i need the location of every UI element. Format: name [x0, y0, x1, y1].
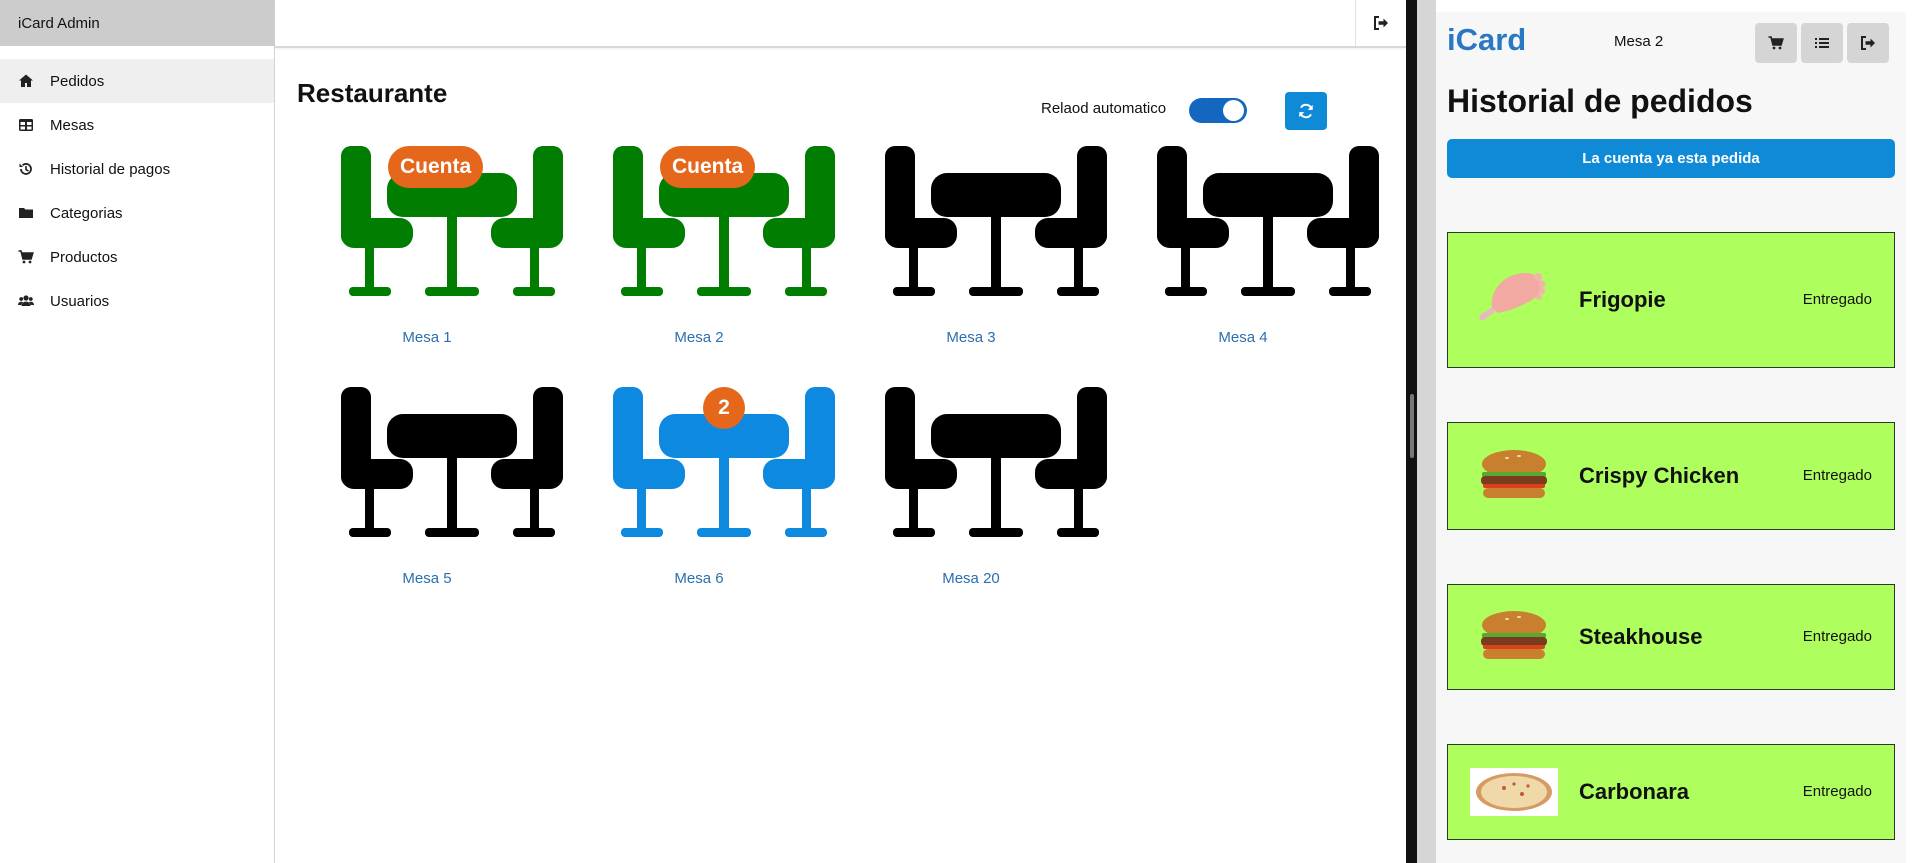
product-thumbnail [1470, 611, 1558, 661]
sidebar-item-label: Productos [50, 248, 118, 266]
order-product-name: Frigopie [1579, 287, 1666, 312]
page-title: Restaurante [297, 78, 448, 108]
order-card[interactable]: Carbonara Entregado [1447, 744, 1895, 840]
table-chairs-icon [885, 387, 1107, 537]
client-logo[interactable]: iCard [1447, 22, 1526, 58]
cuenta-pedida-button[interactable]: La cuenta ya esta pedida [1447, 139, 1895, 178]
client-logout-button[interactable] [1847, 23, 1889, 63]
burger-image [1481, 611, 1547, 659]
pedidos-content: Restaurante Relaod automatico Mesa 1 Cuen… [275, 48, 1406, 863]
pizza-image [1470, 768, 1558, 816]
table-label[interactable]: Mesa 3 [841, 329, 1101, 346]
cart-icon [1768, 36, 1784, 50]
client-page-title: Historial de pedidos [1447, 83, 1753, 119]
table-grid-icon [18, 117, 34, 133]
order-card[interactable]: Steakhouse Entregado [1447, 584, 1895, 690]
autoreload-label: Relaod automatico [1041, 100, 1167, 117]
sign-out-icon [1374, 16, 1388, 30]
admin-topbar [275, 0, 1406, 48]
table-card[interactable]: Mesa 3 [841, 146, 1107, 356]
sidebar-item-historial-de-pagos[interactable]: Historial de pagos [0, 147, 274, 191]
burger-image [1481, 450, 1547, 498]
sidebar-item-mesas[interactable]: Mesas [0, 103, 274, 147]
client-mesa-label: Mesa 2 [1614, 33, 1664, 50]
table-label[interactable]: Mesa 1 [297, 329, 557, 346]
order-status: Entregado [1802, 467, 1872, 484]
table-shape [885, 387, 1107, 537]
refresh-button[interactable] [1285, 92, 1327, 130]
cart-button[interactable] [1755, 23, 1797, 63]
table-label[interactable]: Mesa 20 [841, 570, 1101, 587]
history-icon [18, 161, 34, 177]
table-label[interactable]: Mesa 2 [569, 329, 829, 346]
table-shape [1157, 146, 1379, 296]
table-label[interactable]: Mesa 5 [297, 570, 557, 587]
sidebar-menu: Pedidos Mesas Historial de pagos Categor… [0, 59, 274, 323]
sidebar-item-label: Usuarios [50, 292, 110, 310]
frigopie-image [1479, 273, 1546, 321]
order-product-name: Crispy Chicken [1579, 463, 1740, 488]
table-chairs-icon [341, 387, 563, 537]
sidebar-item-label: Historial de pagos [50, 160, 171, 178]
product-thumbnail [1470, 273, 1558, 324]
order-status: Entregado [1802, 628, 1872, 645]
table-card[interactable]: Mesa 20 [841, 387, 1107, 597]
table-shape [885, 146, 1107, 296]
sidebar-item-categorias[interactable]: Categorias [0, 191, 274, 235]
sidebar-item-productos[interactable]: Productos [0, 235, 274, 279]
order-card[interactable]: Crispy Chicken Entregado [1447, 422, 1895, 530]
home-icon [18, 73, 34, 89]
cart-icon [18, 249, 34, 265]
sidebar-item-usuarios[interactable]: Usuarios [0, 279, 274, 323]
sidebar-item-label: Pedidos [50, 72, 105, 90]
table-card[interactable]: Mesa 6 2 [569, 387, 835, 597]
autoreload-toggle[interactable] [1189, 98, 1247, 123]
table-shape [341, 387, 563, 537]
pending-orders-badge: 2 [703, 387, 745, 429]
client-app: iCard Mesa 2 Historial de pedidos La cue… [1436, 12, 1906, 863]
sidebar-item-label: Mesas [50, 116, 95, 134]
table-label[interactable]: Mesa 4 [1113, 329, 1373, 346]
sign-out-icon [1861, 36, 1875, 50]
cuenta-badge: Cuenta [660, 146, 756, 188]
product-thumbnail [1470, 768, 1558, 816]
table-label[interactable]: Mesa 6 [569, 570, 829, 587]
admin-app: iCard Admin Pedidos Mesas Historial de p… [0, 0, 1406, 863]
order-product-name: Carbonara [1579, 779, 1690, 804]
order-status: Entregado [1802, 291, 1872, 308]
order-card[interactable]: Frigopie Entregado [1447, 232, 1895, 368]
users-icon [18, 293, 34, 309]
admin-brand: iCard Admin [0, 0, 274, 46]
pane-divider [1406, 0, 1436, 863]
logout-button[interactable] [1355, 0, 1406, 46]
sidebar-item-label: Categorias [50, 204, 123, 222]
sidebar: iCard Admin Pedidos Mesas Historial de p… [0, 0, 275, 863]
order-product-name: Steakhouse [1579, 624, 1703, 649]
product-thumbnail [1470, 450, 1558, 500]
table-chairs-icon [1157, 146, 1379, 296]
table-card[interactable]: Mesa 5 [297, 387, 563, 597]
cuenta-badge: Cuenta [388, 146, 484, 188]
folder-icon [18, 205, 34, 221]
table-card[interactable]: Mesa 2 Cuenta [569, 146, 835, 356]
table-card[interactable]: Mesa 4 [1113, 146, 1379, 356]
refresh-icon [1299, 103, 1313, 119]
table-chairs-icon [885, 146, 1107, 296]
resize-handle[interactable] [1410, 394, 1414, 458]
orders-list-button[interactable] [1801, 23, 1843, 63]
order-status: Entregado [1802, 783, 1872, 800]
list-icon [1815, 38, 1829, 48]
sidebar-item-pedidos[interactable]: Pedidos [0, 59, 274, 103]
table-card[interactable]: Mesa 1 Cuenta [297, 146, 563, 356]
toggle-knob [1223, 100, 1244, 121]
